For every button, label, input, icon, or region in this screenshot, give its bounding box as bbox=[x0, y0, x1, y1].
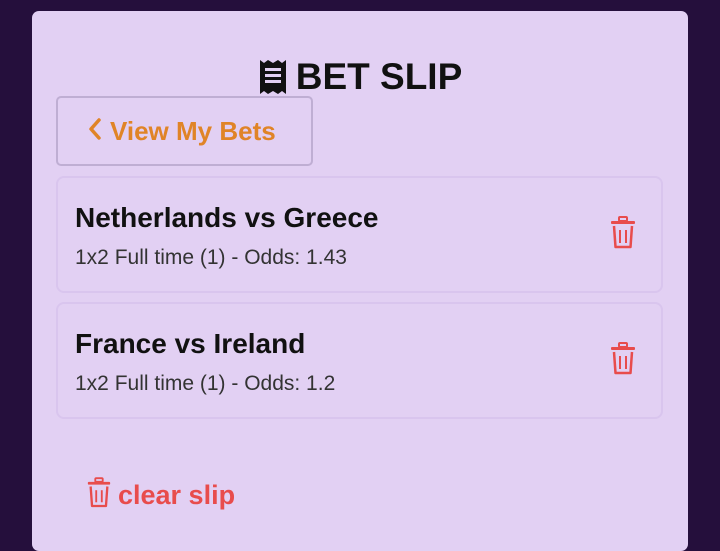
page-title: BET SLIP bbox=[295, 56, 463, 97]
view-my-bets-button[interactable]: View My Bets bbox=[56, 96, 313, 166]
view-my-bets-label: View My Bets bbox=[110, 115, 276, 146]
clear-slip-label: clear slip bbox=[118, 480, 236, 510]
bet-slip-header: BET SLIP bbox=[32, 53, 688, 101]
chevron-left-icon bbox=[88, 117, 102, 145]
remove-bet-button[interactable] bbox=[609, 342, 637, 376]
bet-match: France vs Ireland bbox=[75, 328, 306, 359]
bet-item: Netherlands vs Greece 1x2 Full time (1) … bbox=[56, 176, 663, 293]
remove-bet-button[interactable] bbox=[609, 216, 637, 250]
clear-slip-button[interactable]: clear slip bbox=[86, 477, 235, 514]
bet-detail: 1x2 Full time (1) - Odds: 1.43 bbox=[75, 246, 347, 269]
trash-icon bbox=[609, 216, 637, 250]
bet-slip-panel: BET SLIP View My Bets Netherlands vs Gre… bbox=[32, 11, 688, 551]
receipt-icon bbox=[258, 58, 288, 96]
trash-icon bbox=[86, 477, 112, 514]
bet-item: France vs Ireland 1x2 Full time (1) - Od… bbox=[56, 302, 663, 419]
bet-detail: 1x2 Full time (1) - Odds: 1.2 bbox=[75, 372, 336, 395]
bet-match: Netherlands vs Greece bbox=[75, 202, 379, 233]
trash-icon bbox=[609, 342, 637, 376]
